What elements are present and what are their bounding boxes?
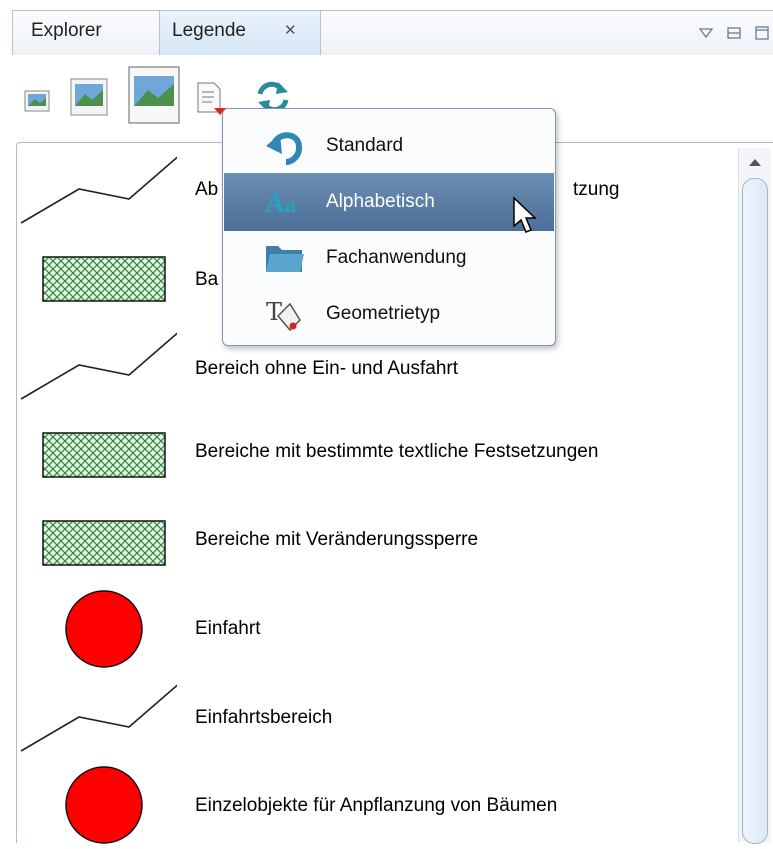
legend-item[interactable]: Einfahrtsbereich <box>17 673 717 761</box>
legend-item[interactable]: Einfahrt <box>17 585 717 673</box>
red-circle-symbol-icon <box>65 590 143 668</box>
menu-item-label: Geometrietyp <box>326 303 441 324</box>
menu-item-geometrietyp[interactable]: T Geometrietyp <box>224 285 554 343</box>
legend-item[interactable]: Einzelobjekte für Anpflanzung von Bäumen <box>17 761 717 849</box>
legend-item-label: Einzelobjekte für Anpflanzung von Bäumen <box>195 795 558 816</box>
window-controls <box>698 13 770 53</box>
legend-item-label: Bereich ohne Ein- und Ausfahrt <box>195 358 459 379</box>
legend-item-label: Ab <box>195 179 219 200</box>
legend-item[interactable]: Bereiche mit bestimmte textliche Festset… <box>17 409 717 497</box>
maximize-icon[interactable] <box>754 25 770 41</box>
legend-item-label: Bereiche mit Veränderungssperre <box>195 529 479 550</box>
tab-legende-label: Legende <box>172 20 246 41</box>
line-symbol-icon <box>20 684 177 752</box>
folder-icon <box>266 246 304 272</box>
menu-item-label: Alphabetisch <box>326 191 435 212</box>
menu-item-fachanwendung[interactable]: Fachanwendung <box>224 229 554 287</box>
line-symbol-icon <box>20 156 177 224</box>
scroll-up-icon[interactable] <box>739 148 771 178</box>
undo-arrow-icon <box>266 132 303 165</box>
tab-explorer[interactable]: Explorer <box>13 11 157 55</box>
tab-explorer-label: Explorer <box>31 20 102 41</box>
svg-text:T: T <box>266 298 282 326</box>
legend-view: Explorer Legende ✕ Ab tzung Ba Bereich o… <box>0 0 773 844</box>
legend-item-label: Einfahrt <box>195 618 261 639</box>
geometry-type-icon: T <box>266 298 301 332</box>
minimize-icon[interactable] <box>726 25 742 41</box>
large-image-icon[interactable] <box>128 66 180 124</box>
hatched-area-symbol-icon <box>42 520 166 566</box>
menu-item-alphabetisch[interactable]: A a Alphabetisch <box>224 173 554 231</box>
small-image-icon[interactable] <box>24 90 50 112</box>
legend-item-label: Einfahrtsbereich <box>195 707 333 728</box>
view-menu-icon[interactable] <box>698 26 714 40</box>
svg-text:a: a <box>284 193 297 217</box>
vertical-scrollbar[interactable] <box>738 148 771 844</box>
line-symbol-icon <box>20 332 177 400</box>
red-circle-symbol-icon <box>65 766 143 844</box>
close-icon[interactable]: ✕ <box>284 11 297 51</box>
hatched-area-symbol-icon <box>42 256 166 302</box>
menu-item-label: Standard <box>326 135 404 156</box>
mouse-pointer-icon <box>513 196 537 233</box>
tab-legende[interactable]: Legende ✕ <box>159 11 321 55</box>
legend-item[interactable]: Bereiche mit Veränderungssperre <box>17 497 717 585</box>
scroll-thumb[interactable] <box>742 178 768 844</box>
svg-text:A: A <box>264 189 286 219</box>
alphabet-aa-icon: A a <box>264 189 297 219</box>
hatched-area-symbol-icon <box>42 432 166 478</box>
sort-menu: Standard A a Alphabetisch Fachanwendung … <box>222 108 556 346</box>
view-tab-bar: Explorer Legende ✕ <box>12 10 773 55</box>
legend-item-label: Ba <box>195 269 219 290</box>
legend-item-label-tail: tzung <box>573 179 620 200</box>
medium-image-icon[interactable] <box>70 78 108 116</box>
legend-item-label: Bereiche mit bestimmte textliche Festset… <box>195 441 599 462</box>
menu-item-label: Fachanwendung <box>326 247 467 268</box>
menu-item-standard[interactable]: Standard <box>224 117 554 175</box>
